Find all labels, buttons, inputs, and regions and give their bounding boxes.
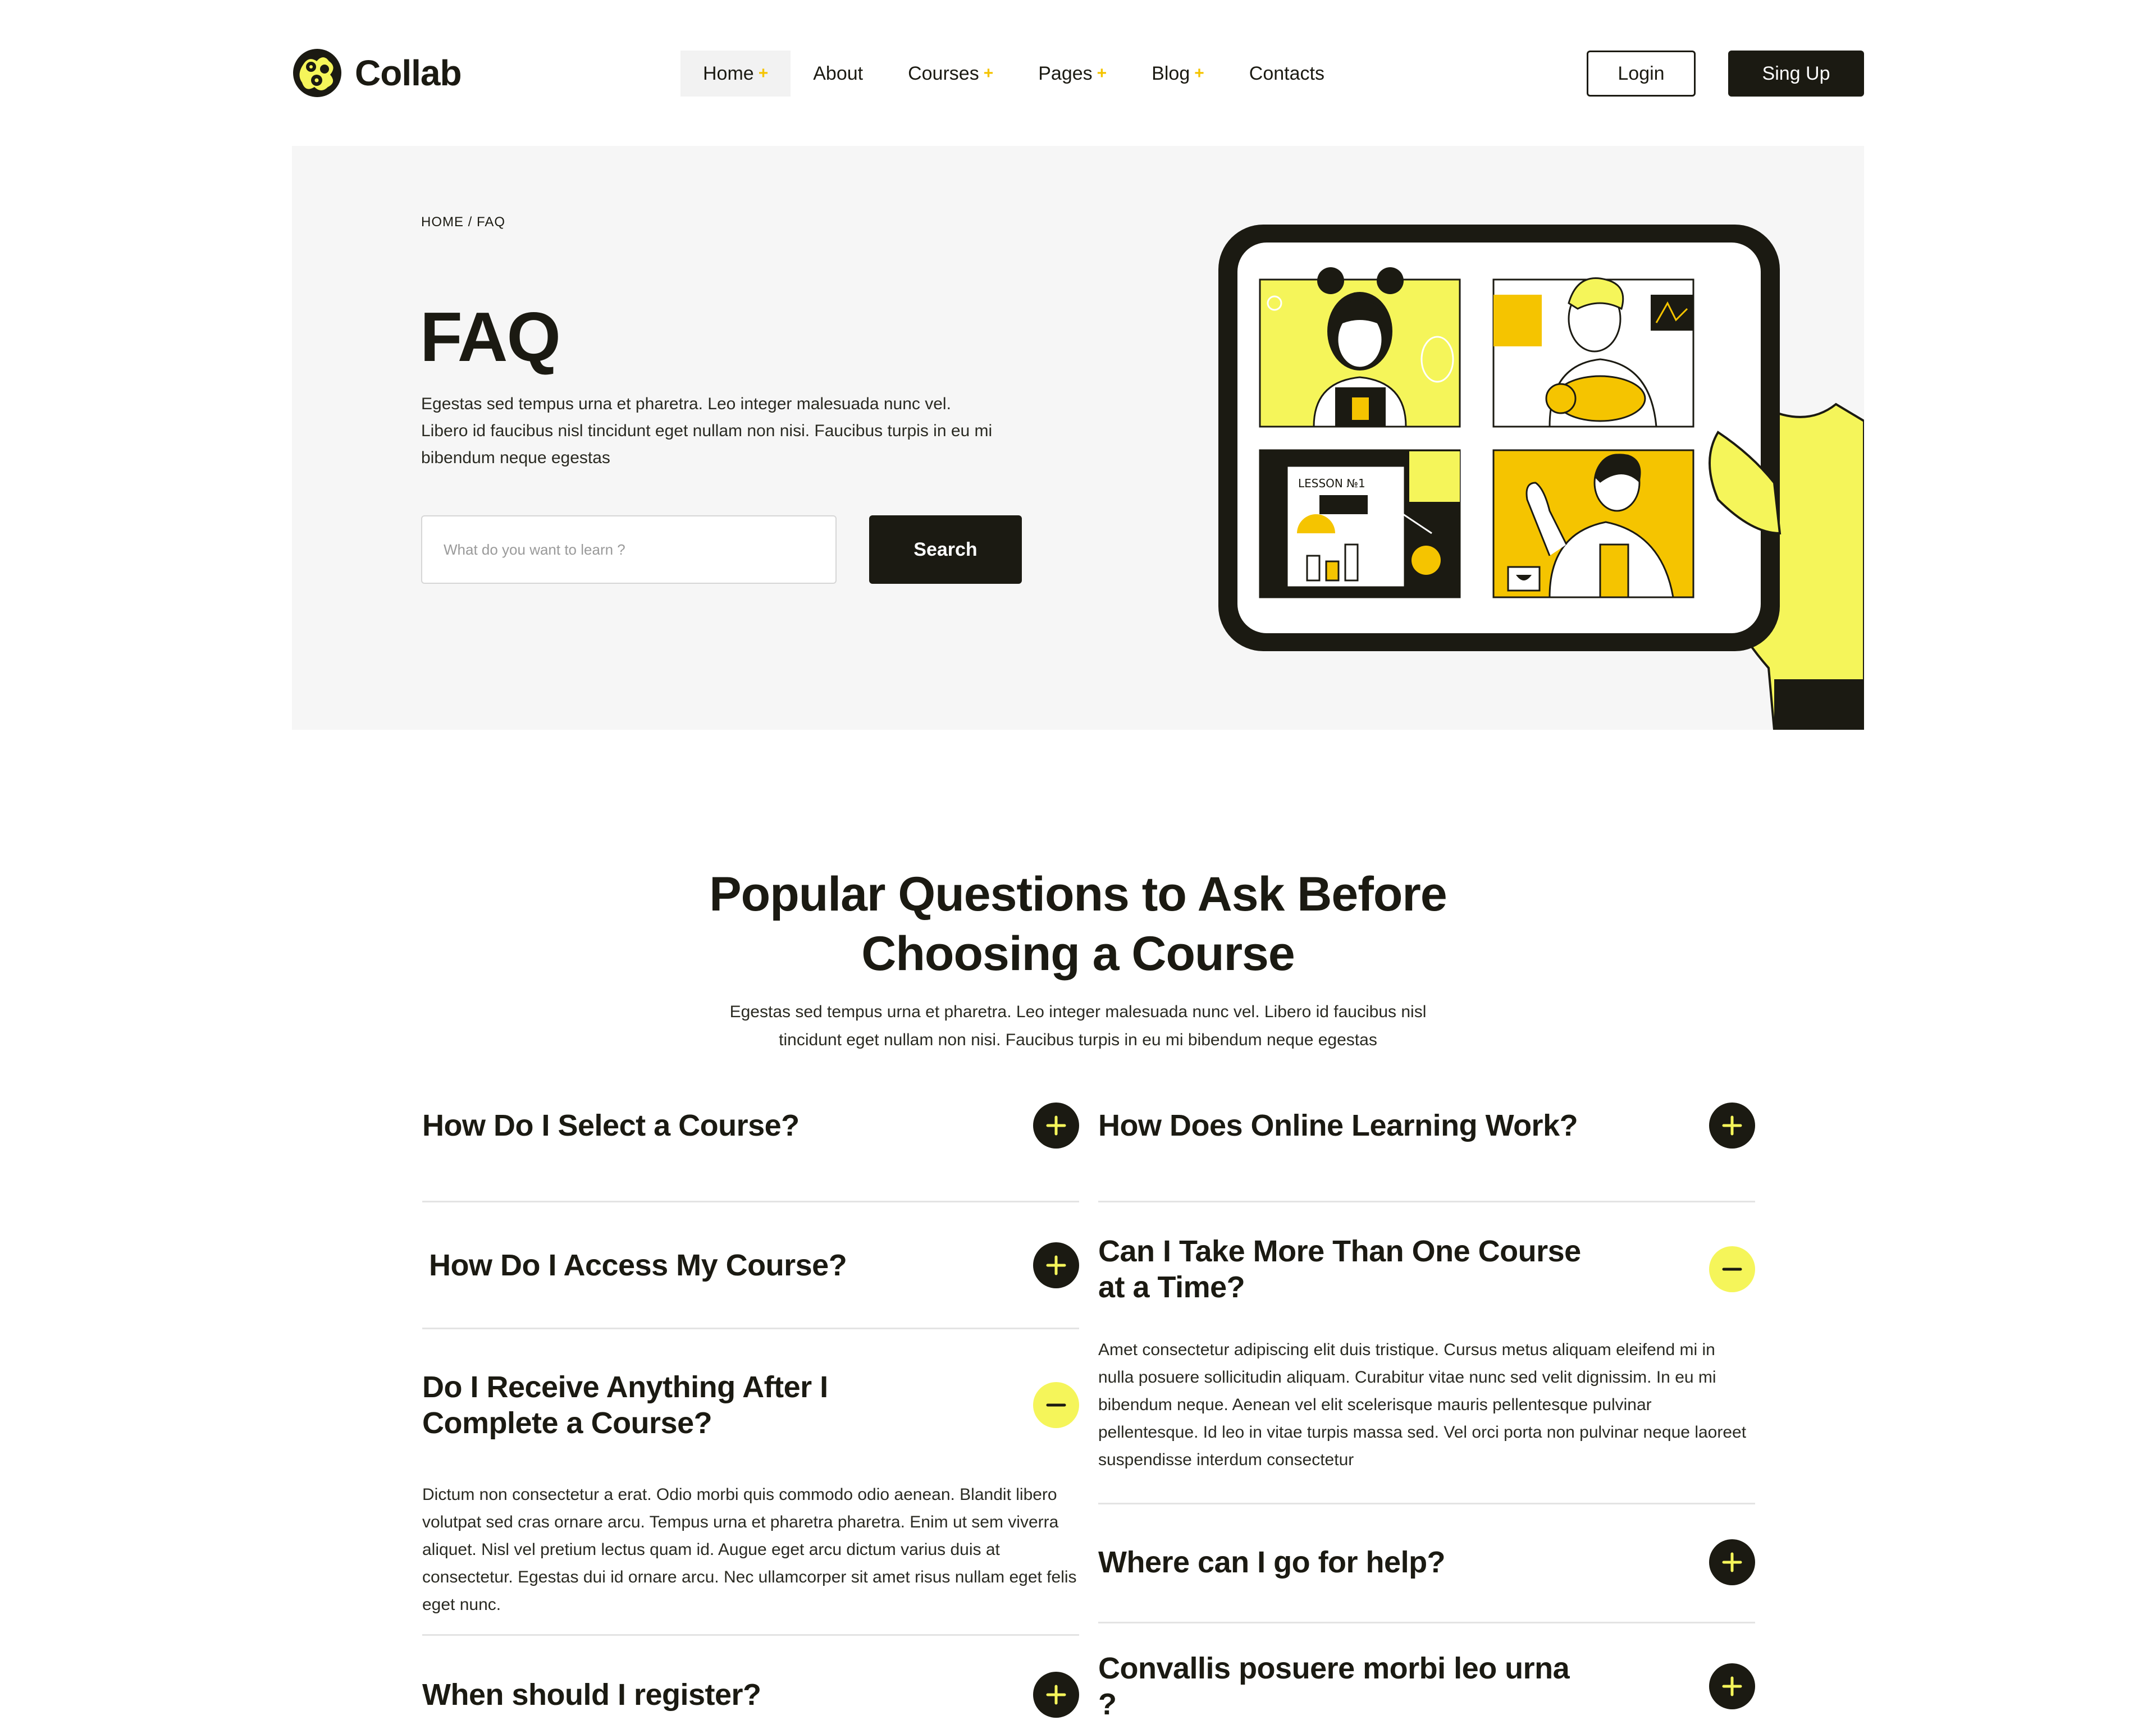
plus-icon <box>1046 1115 1066 1136</box>
faq-item: When should I register? <box>422 1636 1079 1720</box>
signup-button[interactable]: Sing Up <box>1728 51 1864 97</box>
nav-item-contacts[interactable]: Contacts <box>1227 51 1347 97</box>
faq-question: Can I Take More Than One Course at a Tim… <box>1098 1234 1581 1304</box>
search-button[interactable]: Search <box>869 515 1022 584</box>
nav-item-home[interactable]: Home + <box>680 51 791 97</box>
plus-icon <box>1046 1685 1066 1705</box>
nav-label-courses: Courses <box>908 62 979 84</box>
plus-icon <box>1722 1676 1742 1696</box>
faq-column-left: How Do I Select a Course? How Do I Acces… <box>422 1089 1079 1720</box>
faq-section-title: Popular Questions to Ask Before Choosing… <box>0 864 2156 983</box>
faq-item: Convallis posuere morbi leo urna ? <box>1098 1623 1755 1720</box>
video-tile-girl <box>1259 267 1461 428</box>
plus-icon <box>1722 1115 1742 1136</box>
nav-label-pages: Pages <box>1038 62 1093 84</box>
faq-question-row[interactable]: How Does Online Learning Work? <box>1098 1089 1755 1162</box>
faq-item: How Do I Access My Course? <box>422 1202 1079 1329</box>
faq-item: How Do I Select a Course? <box>422 1089 1079 1202</box>
expand-toggle[interactable] <box>1033 1242 1079 1288</box>
faq-question: How Does Online Learning Work? <box>1098 1109 1578 1142</box>
faq-question: How Do I Select a Course? <box>422 1109 800 1142</box>
faq-question-row[interactable]: How Do I Select a Course? <box>422 1089 1079 1162</box>
faq-question: Where can I go for help? <box>1098 1545 1446 1579</box>
hero-description: Egestas sed tempus urna et pharetra. Leo… <box>421 395 993 467</box>
faq-question-row[interactable]: Where can I go for help? <box>1098 1504 1755 1620</box>
nav-item-pages[interactable]: Pages + <box>1016 51 1129 97</box>
nav-label-about: About <box>813 62 864 84</box>
faq-question: Convallis posuere morbi leo urna ? <box>1098 1652 1570 1720</box>
expand-toggle[interactable] <box>1709 1539 1755 1585</box>
faq-question: Do I Receive Anything After I Complete a… <box>422 1370 828 1440</box>
faq-answer: Amet consectetur adipiscing elit duis tr… <box>1098 1341 1747 1469</box>
search-input[interactable] <box>421 515 837 584</box>
faq-question: When should I register? <box>422 1678 761 1712</box>
plus-icon: + <box>758 64 769 83</box>
faq-question: How Do I Access My Course? <box>429 1248 847 1282</box>
page-title: FAQ <box>420 299 561 376</box>
nav-item-about[interactable]: About <box>791 51 885 97</box>
faq-question-row[interactable]: How Do I Access My Course? <box>422 1202 1079 1328</box>
expand-toggle[interactable] <box>1033 1103 1079 1149</box>
nav-label-home: Home <box>703 62 754 84</box>
plus-icon: + <box>983 64 994 83</box>
nav-item-blog[interactable]: Blog + <box>1129 51 1227 97</box>
hero-banner: HOME / FAQ FAQ Egestas sed tempus urna e… <box>292 146 1864 730</box>
faq-question-row[interactable]: When should I register? <box>422 1636 1079 1720</box>
expand-toggle[interactable] <box>1709 1663 1755 1709</box>
tablet-video-call-illustration: LESSON №1 <box>1218 225 1864 730</box>
faq-question-row[interactable]: Can I Take More Than One Course at a Tim… <box>1098 1202 1755 1336</box>
breadcrumb-separator: / <box>468 214 473 230</box>
faq-column-right: How Does Online Learning Work? Can I Tak… <box>1098 1089 1755 1720</box>
collapse-toggle[interactable] <box>1709 1246 1755 1292</box>
video-tile-waving-man <box>1492 449 1694 598</box>
collapse-toggle[interactable] <box>1033 1382 1079 1428</box>
faq-section-title-line1: Popular Questions to Ask Before <box>709 867 1447 921</box>
nav-label-contacts: Contacts <box>1249 62 1324 84</box>
breadcrumb: HOME / FAQ <box>421 214 505 230</box>
logo[interactable]: Collab <box>292 47 462 99</box>
plus-icon <box>1722 1552 1742 1572</box>
nav-label-blog: Blog <box>1152 62 1190 84</box>
faq-question-row[interactable]: Convallis posuere morbi leo urna ? <box>1098 1623 1755 1720</box>
lesson-label: LESSON №1 <box>1298 477 1365 490</box>
video-tile-lesson: LESSON №1 <box>1259 449 1461 598</box>
faq-item: Can I Take More Than One Course at a Tim… <box>1098 1202 1755 1504</box>
nav-item-courses[interactable]: Courses + <box>885 51 1016 97</box>
main-nav: Home + About Courses + Pages + Blog + Contac… <box>680 51 1347 97</box>
video-tile-boy-with-cat <box>1492 277 1694 428</box>
faq-answer: Dictum non consectetur a erat. Odio morb… <box>422 1485 1077 1614</box>
minus-icon <box>1046 1403 1066 1407</box>
faq-item: How Does Online Learning Work? <box>1098 1089 1755 1202</box>
expand-toggle[interactable] <box>1033 1672 1079 1718</box>
minus-icon <box>1722 1268 1742 1271</box>
breadcrumb-current: FAQ <box>477 214 506 230</box>
logo-icon <box>293 49 341 97</box>
expand-toggle[interactable] <box>1709 1103 1755 1149</box>
faq-item: Do I Receive Anything After I Complete a… <box>422 1329 1079 1636</box>
plus-icon: + <box>1194 64 1204 83</box>
breadcrumb-home[interactable]: HOME <box>421 214 464 230</box>
faq-section-subtitle: Egestas sed tempus urna et pharetra. Leo… <box>729 1003 1427 1049</box>
plus-icon: + <box>1097 64 1107 83</box>
site-header: Collab Home + About Courses + Pages + Blog +… <box>0 0 2156 146</box>
faq-question-row[interactable]: Do I Receive Anything After I Complete a… <box>422 1329 1079 1481</box>
plus-icon <box>1046 1255 1066 1275</box>
faq-item: Where can I go for help? <box>1098 1504 1755 1623</box>
logo-text: Collab <box>355 53 462 93</box>
faq-section-title-line2: Choosing a Course <box>861 927 1295 981</box>
login-button[interactable]: Login <box>1587 51 1696 97</box>
